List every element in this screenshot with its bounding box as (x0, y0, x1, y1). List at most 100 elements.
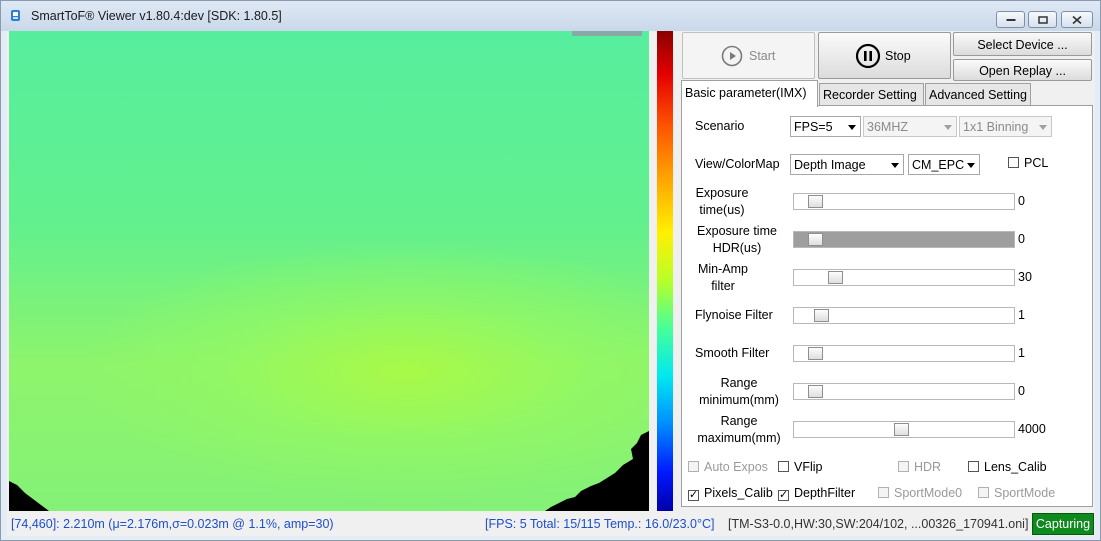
flynoise-filter-value: 1 (1018, 308, 1025, 322)
pixels-calib-checkbox[interactable]: ✓ Pixels_Calib (688, 486, 773, 501)
colormap-select[interactable]: CM_EPC (908, 154, 980, 175)
depth-filter-label: DepthFilter (794, 486, 856, 500)
auto-expos-checkbox[interactable]: Auto Expos (688, 460, 768, 474)
range-minimum-slider[interactable] (793, 383, 1015, 400)
slider-handle[interactable] (894, 423, 909, 436)
checkbox-box (898, 461, 909, 472)
exposure-time-label: Exposure time(us) (695, 186, 749, 217)
colormap-select-value: CM_EPC (912, 158, 965, 172)
status-bar: [74,460]: 2.210m (μ=2.176m,σ=0.023m @ 1.… (7, 513, 1095, 536)
capturing-badge: Capturing (1032, 513, 1094, 535)
close-icon (1072, 15, 1082, 24)
fps-info-status: [FPS: 5 Total: 15/115 Temp.: 16.0/23.0°C… (485, 517, 715, 531)
checkbox-box (878, 487, 889, 498)
vflip-label: VFlip (794, 460, 823, 474)
vflip-checkbox[interactable]: VFlip (778, 460, 822, 474)
chevron-down-icon (944, 125, 952, 130)
chevron-down-icon (967, 163, 975, 168)
colormap-scale-bar (657, 31, 673, 511)
slider-handle[interactable] (808, 233, 823, 246)
auto-expos-label: Auto Expos (704, 460, 768, 474)
play-icon (721, 45, 743, 67)
lens-calib-checkbox[interactable]: Lens_Calib (968, 460, 1047, 474)
stop-label: Stop (885, 49, 911, 63)
tab-advanced-setting[interactable]: Advanced Setting (925, 83, 1031, 105)
select-device-button[interactable]: Select Device ... (953, 32, 1092, 56)
checkbox-box (978, 487, 989, 498)
close-button[interactable] (1061, 11, 1093, 28)
min-amp-filter-slider[interactable] (793, 269, 1015, 286)
tab-basic-parameter[interactable]: Basic parameter(IMX) (681, 80, 818, 107)
hdr-checkbox[interactable]: HDR (898, 460, 941, 474)
min-amp-filter-value: 30 (1018, 270, 1032, 284)
exposure-time-value: 0 (1018, 194, 1025, 208)
checkmark-icon: ✓ (688, 489, 699, 501)
depth-filter-checkbox[interactable]: ✓ DepthFilter (778, 486, 855, 501)
view-select-value: Depth Image (794, 158, 866, 172)
binning-select[interactable]: 1x1 Binning (959, 116, 1052, 137)
title-bar[interactable]: SmartToF® Viewer v1.80.4:dev [SDK: 1.80.… (1, 1, 1100, 31)
scenario-label: Scenario (695, 119, 745, 133)
depth-shadow-region (9, 31, 649, 511)
maximize-button[interactable] (1028, 11, 1057, 28)
checkmark-icon: ✓ (778, 489, 789, 501)
sportmode-checkbox[interactable]: SportMode (978, 486, 1055, 500)
app-window: SmartToF® Viewer v1.80.4:dev [SDK: 1.80.… (0, 0, 1101, 541)
pause-icon (855, 43, 881, 69)
range-maximum-value: 4000 (1018, 422, 1046, 436)
tab-recorder-setting[interactable]: Recorder Setting (819, 83, 924, 105)
fps-select[interactable]: FPS=5 (790, 116, 861, 137)
sportmode0-label: SportMode0 (894, 486, 963, 500)
depth-image-view[interactable] (9, 31, 649, 511)
flynoise-filter-label: Flynoise Filter (695, 308, 773, 322)
smooth-filter-label: Smooth Filter (695, 346, 770, 360)
restore-icon (1037, 15, 1048, 24)
chevron-down-icon (848, 125, 856, 130)
pixel-info-status: [74,460]: 2.210m (μ=2.176m,σ=0.023m @ 1.… (11, 517, 334, 531)
checkbox-box (1008, 157, 1019, 168)
basic-parameter-panel: Scenario FPS=5 36MHZ 1x1 Binning View/Co… (681, 105, 1093, 507)
chevron-down-icon (1039, 125, 1047, 130)
app-icon (10, 9, 22, 23)
window-title: SmartToF® Viewer v1.80.4:dev [SDK: 1.80.… (31, 9, 282, 23)
exposure-time-hdr-value: 0 (1018, 232, 1025, 246)
chevron-down-icon (891, 163, 899, 168)
minimize-button[interactable] (996, 11, 1025, 28)
flynoise-filter-slider[interactable] (793, 307, 1015, 324)
range-minimum-value: 0 (1018, 384, 1025, 398)
sportmode0-checkbox[interactable]: SportMode0 (878, 486, 962, 500)
pcl-label: PCL (1024, 156, 1049, 170)
slider-handle[interactable] (808, 385, 823, 398)
smooth-filter-value: 1 (1018, 346, 1025, 360)
exposure-time-slider[interactable] (793, 193, 1015, 210)
minimize-icon (1006, 18, 1015, 21)
slider-handle[interactable] (808, 195, 823, 208)
slider-handle[interactable] (828, 271, 843, 284)
exposure-time-hdr-slider[interactable] (793, 231, 1015, 248)
device-info-status: [TM-S3-0.0,HW:30,SW:204/102, ...00326_17… (728, 517, 1029, 531)
hdr-label: HDR (914, 460, 942, 474)
client-area: Start Stop Select Device ... Open Replay… (7, 31, 1095, 536)
min-amp-filter-label: Min-Amp filter (697, 262, 748, 293)
range-maximum-slider[interactable] (793, 421, 1015, 438)
start-label: Start (749, 49, 776, 63)
exposure-time-hdr-label: Exposure time HDR(us) (697, 224, 777, 255)
slider-handle[interactable] (808, 347, 823, 360)
stop-button[interactable]: Stop (818, 32, 951, 79)
fps-select-value: FPS=5 (794, 120, 833, 134)
pixels-calib-label: Pixels_Calib (704, 486, 773, 500)
slider-handle[interactable] (814, 309, 829, 322)
view-colormap-label: View/ColorMap (695, 157, 780, 171)
checkbox-box (968, 461, 979, 472)
checkbox-box (778, 461, 789, 472)
pcl-checkbox[interactable]: PCL (1008, 156, 1048, 170)
range-maximum-label: Range maximum(mm) (697, 414, 781, 445)
checkbox-box (688, 461, 699, 472)
frequency-select[interactable]: 36MHZ (863, 116, 957, 137)
view-select[interactable]: Depth Image (790, 154, 904, 175)
sportmode-label: SportMode (994, 486, 1056, 500)
lens-calib-label: Lens_Calib (984, 460, 1047, 474)
smooth-filter-slider[interactable] (793, 345, 1015, 362)
open-replay-button[interactable]: Open Replay ... (953, 59, 1092, 81)
start-button[interactable]: Start (682, 32, 815, 79)
